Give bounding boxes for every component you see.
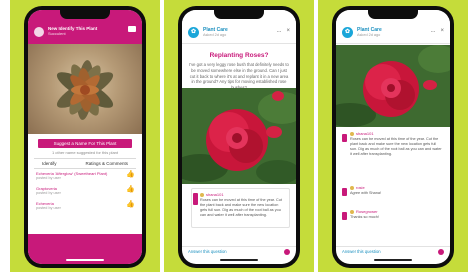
comment-user[interactable]: shana101 (356, 131, 374, 136)
phone-screen: ✿ Plant Care Asked 2d ago ... × shana101… (336, 10, 450, 264)
suggest-name-button[interactable]: Suggest a Name For This Plant (38, 139, 132, 148)
vote-marker[interactable] (342, 212, 347, 220)
phone-notch (60, 10, 110, 19)
phone-notch (368, 10, 418, 19)
vote-marker[interactable] (193, 193, 198, 205)
bookmark-icon[interactable] (128, 26, 136, 32)
comment-user[interactable]: rosie (356, 185, 365, 190)
suggestion-user: posted by user (36, 191, 61, 195)
screenshot-panel-identify: New Identify This Plant Succulent Sugges… (10, 0, 160, 272)
rose-photo (182, 88, 296, 184)
home-indicator[interactable] (374, 259, 412, 261)
column-ratings: Ratings & Comments (85, 161, 128, 166)
comment[interactable]: shana101 Roses can be moved at this time… (350, 131, 444, 157)
comment[interactable]: rosie Agree with Shana! (350, 185, 444, 196)
plant-care-logo-icon: ✿ (188, 27, 199, 38)
screenshot-panel-comments: ✿ Plant Care Asked 2d ago ... × shana101… (318, 0, 468, 272)
phone-screen: New Identify This Plant Succulent Sugges… (28, 10, 142, 264)
more-icon[interactable]: ... (276, 27, 281, 35)
camera-icon[interactable] (284, 248, 290, 255)
divider (34, 168, 136, 169)
avatar[interactable] (350, 185, 354, 190)
answer-input-bar[interactable]: Answer this question (336, 246, 450, 256)
avatar[interactable] (350, 131, 354, 136)
suggestion-user: posted by user (36, 206, 61, 210)
suggestion-row[interactable]: Graptoveria posted by user 👍 (36, 186, 135, 200)
suggestions-header: Identify Ratings & Comments (34, 161, 136, 166)
home-indicator[interactable] (220, 259, 258, 261)
suggestion-row[interactable]: Echeveria 'Afterglow' (Sweetheart Plant)… (36, 171, 135, 185)
column-identify: Identify (42, 161, 57, 166)
home-indicator[interactable] (66, 259, 104, 261)
thumbs-up-icon[interactable]: 👍 (126, 171, 135, 179)
answer-user[interactable]: shana101 (206, 192, 224, 197)
comment-text: Thanks so much! (350, 215, 379, 219)
rose-illustration (182, 88, 296, 184)
vote-marker[interactable] (342, 134, 347, 142)
avatar[interactable] (34, 27, 44, 37)
answer-question-link[interactable]: Answer this question (188, 249, 227, 254)
post-time: Asked 2d ago (357, 33, 381, 37)
more-icon[interactable]: ... (430, 27, 435, 35)
rose-illustration (336, 45, 450, 127)
comment[interactable]: Rosegrower Thanks so much! (350, 209, 444, 220)
thumbs-up-icon[interactable]: 👍 (126, 201, 135, 209)
suggestion-user: posted by user (36, 176, 61, 180)
close-icon[interactable]: × (286, 27, 290, 35)
screenshot-panel-question: ✿ Plant Care Asked 2d ago ... × Replanti… (164, 0, 314, 272)
question-title: Replanting Roses? (209, 52, 269, 59)
avatar[interactable] (350, 209, 354, 214)
post-subtitle: Succulent (48, 31, 66, 36)
rose-photo (336, 45, 450, 127)
succulent-photo (28, 44, 142, 134)
answer-card[interactable]: shana101 Roses can be moved at this time… (191, 188, 290, 228)
succulent-illustration (56, 60, 114, 120)
phone-frame: New Identify This Plant Succulent Sugges… (24, 6, 146, 268)
phone-frame: ✿ Plant Care Asked 2d ago ... × shana101… (332, 6, 454, 268)
comment-text: Roses can be moved at this time of the y… (350, 137, 442, 156)
close-icon[interactable]: × (440, 27, 444, 35)
suggestion-count-note: 1 other name suggested for this plant (51, 150, 119, 155)
question-body: I've got a very leggy rose bush that def… (189, 62, 289, 90)
thumbs-up-icon[interactable]: 👍 (126, 186, 135, 194)
comment-user[interactable]: Rosegrower (356, 209, 378, 214)
avatar[interactable] (200, 192, 204, 197)
comment-text: Agree with Shana! (350, 191, 382, 195)
camera-icon[interactable] (438, 248, 444, 255)
phone-frame: ✿ Plant Care Asked 2d ago ... × Replanti… (178, 6, 300, 268)
divider (34, 158, 136, 159)
answer-text: Roses can be moved at this time of the y… (200, 198, 282, 217)
answer-input-bar[interactable]: Answer this question (182, 246, 296, 256)
answer-question-link[interactable]: Answer this question (342, 249, 381, 254)
plant-care-logo-icon: ✿ (342, 27, 353, 38)
phone-notch (214, 10, 264, 19)
vote-marker[interactable] (342, 188, 347, 196)
suggestion-row[interactable]: Echeveria posted by user 👍 (36, 201, 135, 215)
phone-screen: ✿ Plant Care Asked 2d ago ... × Replanti… (182, 10, 296, 264)
post-time: Asked 2d ago (203, 33, 227, 37)
